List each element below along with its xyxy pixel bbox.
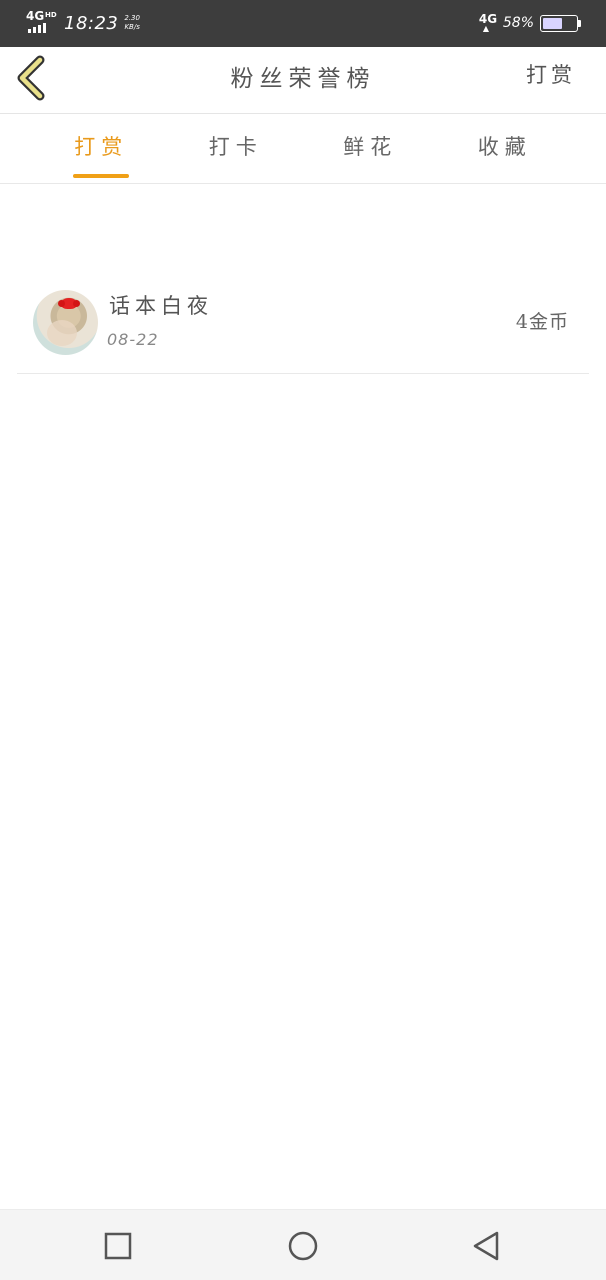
tip-button[interactable]: 打赏: [526, 59, 576, 89]
network-type: 4G: [26, 9, 45, 23]
system-back-button[interactable]: [470, 1230, 502, 1262]
home-button[interactable]: [287, 1230, 319, 1262]
network-speed: 2.30 KB/s: [124, 14, 140, 32]
tab-favorites[interactable]: 收藏: [438, 114, 573, 183]
network-hd: HD: [45, 11, 57, 19]
triangle-back-icon: [473, 1231, 499, 1261]
status-bar: 4G HD 18:23 2.30 KB/s 4G ▲ 58%: [0, 0, 606, 47]
avatar[interactable]: [33, 290, 98, 355]
battery-fill: [543, 17, 562, 29]
mobile-data-icon: 4G ▲: [478, 12, 498, 33]
tab-active-indicator: [73, 174, 130, 178]
signal-indicator: 4G HD: [26, 9, 57, 36]
list-item[interactable]: 话本白夜 08-22 4金币: [17, 270, 589, 374]
speed-value: 2.30: [124, 14, 140, 22]
tab-label: 打卡: [208, 135, 263, 159]
tab-tip[interactable]: 打赏: [34, 114, 169, 183]
tab-checkin[interactable]: 打卡: [169, 114, 304, 183]
fan-ranking-list: 话本白夜 08-22 4金币: [17, 270, 589, 374]
status-right: 4G ▲ 58%: [478, 12, 581, 34]
clock: 18:23: [64, 12, 119, 34]
square-icon: [104, 1232, 132, 1260]
app-header: 粉丝荣誉榜 打赏: [0, 47, 606, 114]
signal-bars-icon: [28, 23, 46, 33]
speed-unit: KB/s: [124, 23, 140, 31]
tip-amount: 4金币: [515, 311, 569, 333]
tab-label: 收藏: [477, 135, 532, 159]
tab-label: 鲜花: [343, 135, 398, 159]
tip-date: 08-22: [107, 330, 159, 349]
battery-percent: 58%: [502, 15, 534, 31]
circle-icon: [288, 1231, 318, 1261]
tab-bar: 打赏 打卡 鲜花 收藏: [0, 114, 606, 184]
tab-label: 打赏: [74, 135, 129, 159]
system-nav-bar: [0, 1209, 606, 1280]
recent-apps-button[interactable]: [102, 1230, 134, 1262]
tab-flowers[interactable]: 鲜花: [303, 114, 438, 183]
battery-icon: [540, 14, 581, 32]
user-name: 话本白夜: [109, 294, 213, 318]
page-title: 粉丝荣誉榜: [230, 66, 376, 92]
status-left: 4G HD 18:23 2.30 KB/s: [26, 10, 140, 36]
